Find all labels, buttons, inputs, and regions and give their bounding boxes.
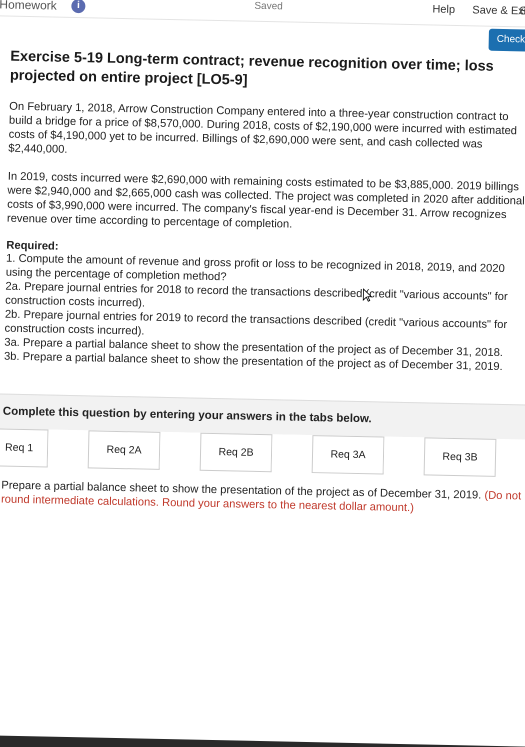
tab-req-2b[interactable]: Req 2B bbox=[199, 432, 273, 473]
problem-paragraph-1: On February 1, 2018, Arrow Construction … bbox=[8, 100, 518, 156]
question-content: Exercise 5-19 Long-term contract; revenu… bbox=[0, 48, 525, 518]
saved-status: Saved bbox=[254, 0, 283, 13]
save-exit-button[interactable]: Save & Exit bbox=[472, 4, 525, 17]
top-bar: Homework i Saved Help Save & Exit Su bbox=[0, 0, 525, 28]
homework-page: Homework i Saved Help Save & Exit Su Che… bbox=[0, 0, 525, 747]
submit-button[interactable]: Su bbox=[519, 5, 525, 17]
help-link[interactable]: Help bbox=[432, 3, 455, 15]
tab-req-3a[interactable]: Req 3A bbox=[311, 435, 385, 475]
info-icon[interactable]: i bbox=[71, 0, 86, 14]
mouse-cursor-icon bbox=[362, 288, 373, 302]
tab-req-1[interactable]: Req 1 bbox=[0, 428, 49, 468]
tab-spacer bbox=[271, 434, 313, 472]
tab-spacer bbox=[159, 431, 201, 469]
exercise-title: Exercise 5-19 Long-term contract; revenu… bbox=[9, 48, 494, 89]
tab-req-3b[interactable]: Req 3B bbox=[423, 437, 497, 477]
app-label: Homework bbox=[0, 0, 57, 13]
tab-instructions: Prepare a partial balance sheet to show … bbox=[1, 479, 525, 518]
tab-spacer bbox=[383, 436, 425, 474]
tab-req-2a[interactable]: Req 2A bbox=[87, 430, 161, 470]
check-my-work-button[interactable]: Check my w bbox=[488, 28, 525, 53]
tab-spacer bbox=[47, 429, 89, 467]
problem-paragraph-2: In 2019, costs incurred were $2,690,000 … bbox=[6, 170, 525, 231]
